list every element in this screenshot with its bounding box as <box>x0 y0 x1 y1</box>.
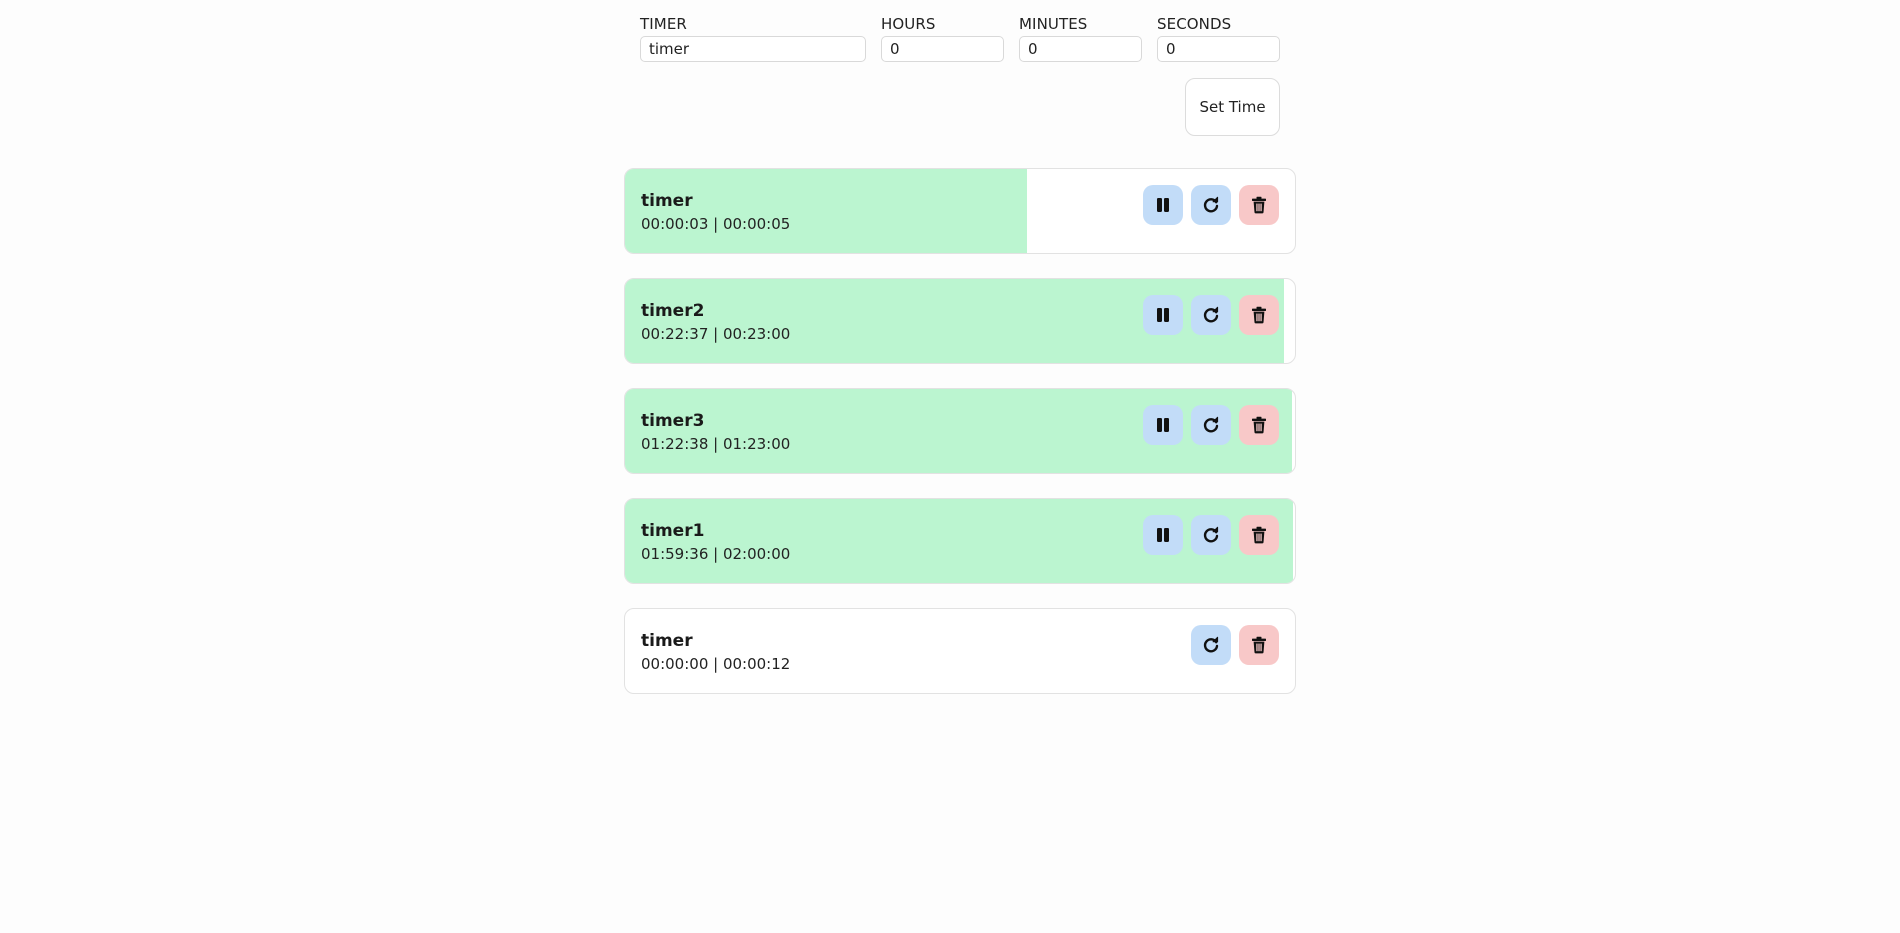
timer-controls <box>1191 625 1279 665</box>
timer-time: 01:59:36 | 02:00:00 <box>641 545 791 563</box>
timer-name: timer <box>641 631 693 651</box>
pause-icon <box>1157 308 1169 322</box>
timer-info: timer1 01:59:36 | 02:00:00 <box>641 519 790 565</box>
pause-button[interactable] <box>1143 515 1183 555</box>
timer-controls <box>1143 185 1279 225</box>
reset-icon <box>1203 306 1219 323</box>
reset-icon <box>1203 526 1219 543</box>
trash-icon <box>1252 196 1266 214</box>
timer-card: timer1 01:59:36 | 02:00:00 <box>624 498 1296 584</box>
pause-button[interactable] <box>1143 185 1183 225</box>
delete-button[interactable] <box>1239 185 1279 225</box>
timer-name: timer2 <box>641 301 705 321</box>
trash-icon <box>1252 526 1266 544</box>
timer-time: 00:00:03 | 00:00:05 <box>641 215 791 233</box>
timer-card: timer3 01:22:38 | 01:23:00 <box>624 388 1296 474</box>
timer-name-input[interactable] <box>640 36 866 62</box>
minutes-input[interactable] <box>1019 36 1142 62</box>
delete-button[interactable] <box>1239 515 1279 555</box>
reset-icon <box>1203 636 1219 653</box>
timer-info: timer 00:00:00 | 00:00:12 <box>641 629 790 675</box>
timer-info: timer3 01:22:38 | 01:23:00 <box>641 409 790 455</box>
timer-name-field-group: TIMER <box>640 14 866 62</box>
timer-info: timer 00:00:03 | 00:00:05 <box>641 189 790 235</box>
reset-icon <box>1203 416 1219 433</box>
timer-info: timer2 00:22:37 | 00:23:00 <box>641 299 790 345</box>
timer-card: timer2 00:22:37 | 00:23:00 <box>624 278 1296 364</box>
set-time-button[interactable]: Set Time <box>1185 78 1280 136</box>
pause-icon <box>1157 418 1169 432</box>
timer-time: 00:00:00 | 00:00:12 <box>641 655 791 673</box>
pause-icon <box>1157 198 1169 212</box>
hours-input[interactable] <box>881 36 1004 62</box>
trash-icon <box>1252 636 1266 654</box>
minutes-field-group: MINUTES <box>1019 14 1142 62</box>
reset-button[interactable] <box>1191 515 1231 555</box>
timer-controls <box>1143 405 1279 445</box>
timer-controls <box>1143 295 1279 335</box>
pause-button[interactable] <box>1143 405 1183 445</box>
timer-app: TIMER HOURS MINUTES SECONDS Set Time tim… <box>624 0 1296 694</box>
timer-card: timer 00:00:03 | 00:00:05 <box>624 168 1296 254</box>
seconds-field-group: SECONDS <box>1157 14 1280 62</box>
delete-button[interactable] <box>1239 625 1279 665</box>
delete-button[interactable] <box>1239 405 1279 445</box>
timer-time: 01:22:38 | 01:23:00 <box>641 435 791 453</box>
timer-name: timer1 <box>641 521 705 541</box>
reset-button[interactable] <box>1191 295 1231 335</box>
timer-form: TIMER HOURS MINUTES SECONDS Set Time <box>624 0 1296 168</box>
timer-name: timer3 <box>641 411 705 431</box>
timer-card: timer 00:00:00 | 00:00:12 <box>624 608 1296 694</box>
reset-button[interactable] <box>1191 405 1231 445</box>
seconds-input[interactable] <box>1157 36 1280 62</box>
seconds-label: SECONDS <box>1157 15 1232 33</box>
timer-time: 00:22:37 | 00:23:00 <box>641 325 791 343</box>
hours-label: HOURS <box>881 15 936 33</box>
reset-icon <box>1203 196 1219 213</box>
pause-icon <box>1157 528 1169 542</box>
timer-controls <box>1143 515 1279 555</box>
trash-icon <box>1252 416 1266 434</box>
minutes-label: MINUTES <box>1019 15 1088 33</box>
pause-button[interactable] <box>1143 295 1183 335</box>
delete-button[interactable] <box>1239 295 1279 335</box>
timer-name: timer <box>641 191 693 211</box>
hours-field-group: HOURS <box>881 14 1004 62</box>
reset-button[interactable] <box>1191 625 1231 665</box>
trash-icon <box>1252 306 1266 324</box>
timer-list: timer 00:00:03 | 00:00:05 timer2 00:22:3… <box>624 168 1296 718</box>
timer-name-label: TIMER <box>640 15 687 33</box>
reset-button[interactable] <box>1191 185 1231 225</box>
